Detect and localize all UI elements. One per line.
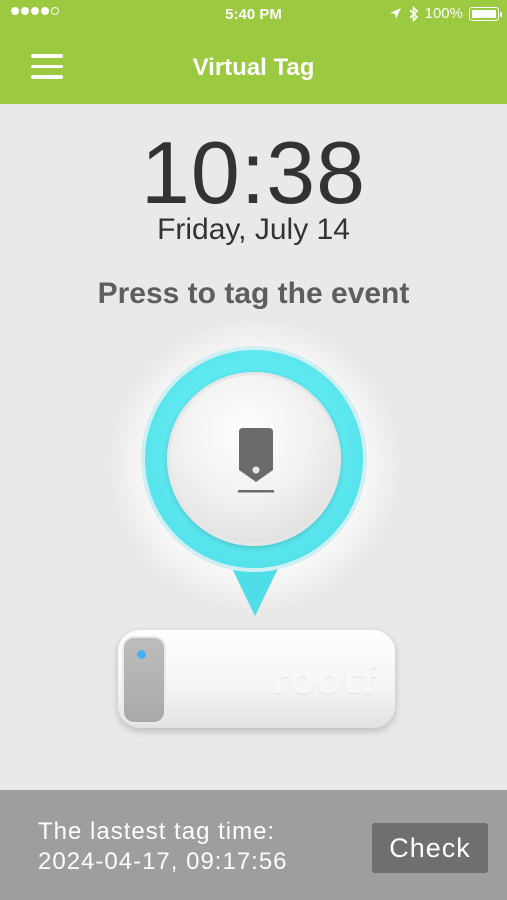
tag-event-button[interactable] xyxy=(167,372,341,546)
battery-icon xyxy=(469,6,502,21)
tag-prompt: Press to tag the event xyxy=(97,277,410,310)
last-tag-label: The lastest tag time: xyxy=(38,818,276,845)
clock-date: Friday, July 14 xyxy=(157,213,350,246)
status-bar: 5:40 PM 100% xyxy=(0,0,507,30)
footer-bar: The lastest tag time: 2024-04-17, 09:17:… xyxy=(0,790,507,900)
check-button[interactable]: Check xyxy=(372,823,488,873)
device-clip xyxy=(122,636,166,724)
tag-device: rootf xyxy=(118,630,395,728)
clock-time: 10:38 xyxy=(140,123,367,222)
tag-icon xyxy=(238,428,274,493)
status-right: 100% xyxy=(389,5,502,22)
bluetooth-icon xyxy=(409,5,418,22)
page-title: Virtual Tag xyxy=(192,54,315,81)
pin-pointer xyxy=(228,560,282,616)
device-brand: rootf xyxy=(271,658,377,702)
device-led-indicator xyxy=(137,650,146,659)
last-tag-time: 2024-04-17, 09:17:56 xyxy=(38,848,288,875)
location-arrow-icon xyxy=(389,8,401,19)
app-header: 5:40 PM 100% Virtual Tag xyxy=(0,0,507,104)
battery-percent: 100% xyxy=(424,5,463,22)
